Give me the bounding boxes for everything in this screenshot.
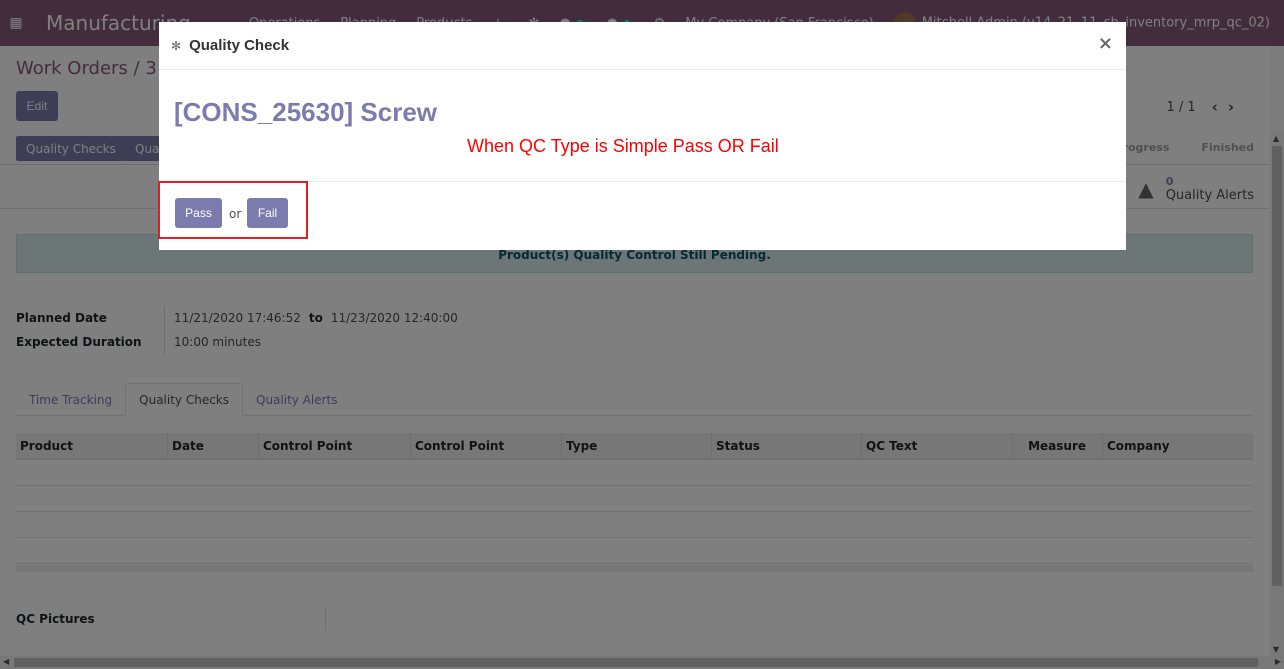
modal-title: Quality Check xyxy=(189,37,290,54)
pass-button[interactable]: Pass xyxy=(175,198,222,228)
qc-type-note: When QC Type is Simple Pass OR Fail xyxy=(467,136,779,156)
quality-check-dialog: ✻ Quality Check × [CONS_25630] Screw Whe… xyxy=(158,22,1126,250)
modal-footer: Pass or Fail xyxy=(158,181,1126,250)
close-icon[interactable]: × xyxy=(1098,33,1113,54)
or-label: or xyxy=(229,207,242,221)
bug-icon: ✻ xyxy=(171,38,182,53)
modal-header: ✻ Quality Check × xyxy=(159,22,1126,70)
modal-body: [CONS_25630] Screw When QC Type is Simpl… xyxy=(159,70,1126,182)
fail-button[interactable]: Fail xyxy=(247,198,288,228)
product-title: [CONS_25630] Screw xyxy=(174,97,438,127)
